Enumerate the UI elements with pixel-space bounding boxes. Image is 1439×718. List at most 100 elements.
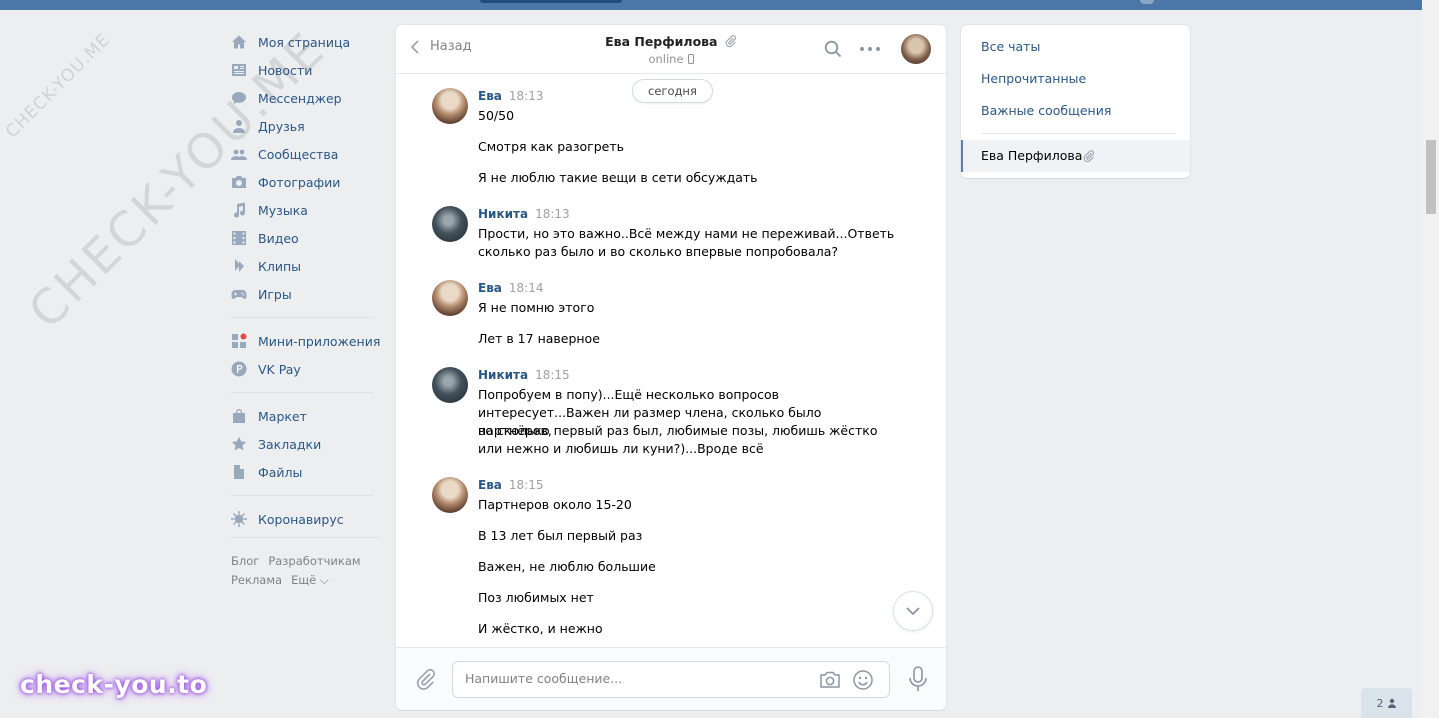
message-text: Смотря как разогреть <box>478 139 624 154</box>
footer-link-ads[interactable]: Реклама <box>231 573 282 587</box>
sidebar-item-label: Мессенджер <box>258 90 342 106</box>
avatar[interactable] <box>432 477 468 513</box>
folder-active-chat[interactable]: Ева Перфилова <box>961 140 1190 172</box>
chat-folders-panel: Все чаты Непрочитанные Важные сообщения … <box>961 25 1190 178</box>
communities-icon <box>231 146 247 162</box>
brand-watermark: check-you.to <box>20 670 208 699</box>
avatar[interactable] <box>432 280 468 316</box>
sidebar-item-market[interactable]: Маркет <box>231 402 381 430</box>
footer-link-more[interactable]: Ещё ⌵ <box>291 573 329 587</box>
virus-icon <box>231 511 247 527</box>
sidebar-item-music[interactable]: Музыка <box>231 196 381 224</box>
more-options-icon[interactable] <box>860 40 880 58</box>
sidebar-item-label: Клипы <box>258 258 302 274</box>
active-chat-label: Ева Перфилова <box>981 148 1083 163</box>
message-author[interactable]: Ева 18:13 <box>478 89 543 103</box>
sidebar-item-label: Фотографии <box>258 174 341 190</box>
video-icon <box>231 230 247 246</box>
sidebar-item-video[interactable]: Видео <box>231 224 381 252</box>
folder-unread[interactable]: Непрочитанные <box>981 71 1086 86</box>
chevron-down-icon <box>906 607 920 616</box>
message-text: 50/50 <box>478 108 515 123</box>
header-icon-edge[interactable] <box>1140 0 1154 4</box>
message-time: 18:15 <box>535 368 570 382</box>
message-text: во сколько первый раз был, любимые позы,… <box>478 423 878 438</box>
sidebar-item-photos[interactable]: Фотографии <box>231 168 381 196</box>
sidebar-item-label: Файлы <box>258 464 303 480</box>
message-text: Я не люблю такие вещи в сети обсуждать <box>478 170 758 185</box>
online-friends-counter[interactable]: 2 <box>1361 688 1412 718</box>
sidebar-item-games[interactable]: Игры <box>231 280 381 308</box>
emoji-icon[interactable] <box>852 669 874 691</box>
page-scrollbar[interactable] <box>1422 0 1439 718</box>
chat-panel: Назад Ева Перфилова online Ева 18:13 50/5… <box>396 25 946 710</box>
message-input[interactable] <box>465 671 805 686</box>
message-text: или нежно и любишь ли куни?)...Вроде всё <box>478 441 764 456</box>
vkpay-icon <box>231 361 247 377</box>
news-icon <box>231 62 247 78</box>
scroll-to-bottom-button[interactable] <box>893 591 933 631</box>
friends-icon <box>231 118 247 134</box>
home-icon <box>231 34 247 50</box>
sidebar-divider <box>231 317 373 318</box>
chat-avatar[interactable] <box>901 34 931 64</box>
bag-icon <box>231 408 247 424</box>
sidebar-item-messenger[interactable]: Мессенджер <box>231 84 381 112</box>
message-author[interactable]: Никита 18:13 <box>478 207 570 221</box>
online-count: 2 <box>1376 696 1384 710</box>
avatar[interactable] <box>432 206 468 242</box>
message-text: Я не помню этого <box>478 300 595 315</box>
folder-important[interactable]: Важные сообщения <box>981 103 1111 118</box>
sidebar-item-bookmarks[interactable]: Закладки <box>231 430 381 458</box>
message-text: Лет в 17 наверное <box>478 331 600 346</box>
message-author[interactable]: Никита 18:15 <box>478 368 570 382</box>
sidebar-item-label: Друзья <box>258 118 305 134</box>
sidebar-item-label: Видео <box>258 230 299 246</box>
sidebar-item-coronavirus[interactable]: Коронавирус <box>231 505 381 533</box>
top-header-bar <box>0 0 1422 10</box>
avatar[interactable] <box>432 367 468 403</box>
scrollbar-thumb[interactable] <box>1426 140 1436 214</box>
header-search-edge[interactable] <box>480 0 622 3</box>
sidebar-item-news[interactable]: Новости <box>231 56 381 84</box>
chat-title-text: Ева Перфилова <box>605 34 718 49</box>
footer-link-developers[interactable]: Разработчикам <box>268 554 360 568</box>
message-author[interactable]: Ева 18:15 <box>478 478 543 492</box>
sidebar-item-label: Маркет <box>258 408 307 424</box>
message-text: В 13 лет был первый раз <box>478 528 643 543</box>
message-text: Прости, но это важно..Всё между нами не … <box>478 226 895 241</box>
sidebar-item-communities[interactable]: Сообщества <box>231 140 381 168</box>
sidebar-divider <box>231 392 373 393</box>
paperclip-icon[interactable] <box>415 668 437 690</box>
sidebar-item-friends[interactable]: Друзья <box>231 112 381 140</box>
apps-icon <box>231 333 247 349</box>
camera-icon[interactable] <box>819 670 841 690</box>
footer-link-blog[interactable]: Блог <box>231 554 259 568</box>
paperclip-icon <box>725 35 736 47</box>
camera-icon <box>231 174 247 190</box>
avatar[interactable] <box>432 88 468 124</box>
sidebar-item-files[interactable]: Файлы <box>231 458 381 486</box>
message-author[interactable]: Ева 18:14 <box>478 281 543 295</box>
sidebar-item-vk-pay[interactable]: VK Pay <box>231 355 381 383</box>
gamepad-icon <box>231 286 247 302</box>
sidebar-item-mini-apps[interactable]: Мини-приложения <box>231 327 381 355</box>
person-icon <box>1387 698 1396 708</box>
message-text: Важен, не люблю большие <box>478 559 656 574</box>
chat-header: Назад Ева Перфилова online <box>396 25 946 74</box>
music-icon <box>231 202 247 218</box>
clips-icon <box>231 258 247 274</box>
sidebar-item-label: Коронавирус <box>258 511 344 527</box>
sidebar-item-my-page[interactable]: Моя страница <box>231 28 381 56</box>
paperclip-icon <box>1083 150 1095 162</box>
sidebar-item-clips[interactable]: Клипы <box>231 252 381 280</box>
message-input-box[interactable] <box>452 661 890 698</box>
sidebar-footer-links: Блог Разработчикам Реклама Ещё ⌵ <box>231 537 381 590</box>
sidebar-item-label: Сообщества <box>258 146 339 162</box>
messenger-icon <box>231 90 247 106</box>
folder-all-chats[interactable]: Все чаты <box>981 39 1040 54</box>
search-icon[interactable] <box>824 40 842 58</box>
message-history[interactable]: Ева 18:13 50/50 Смотря как разогреть Я не… <box>396 75 946 645</box>
message-time: 18:13 <box>535 207 570 221</box>
microphone-icon[interactable] <box>907 666 929 692</box>
